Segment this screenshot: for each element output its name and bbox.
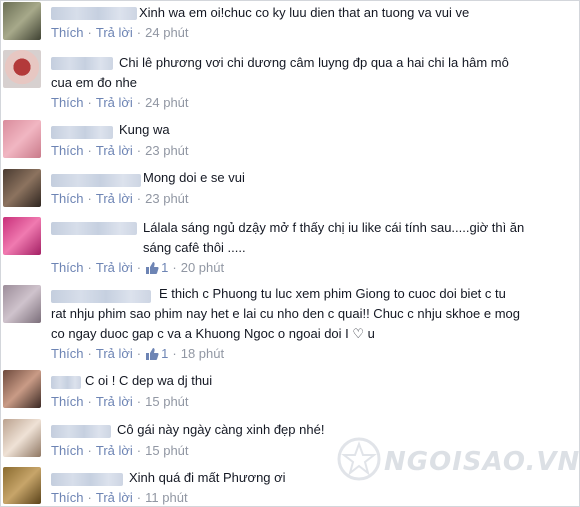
like-link[interactable]: Thích [51, 394, 84, 409]
comment-time[interactable]: 20 phút [181, 260, 224, 275]
like-link[interactable]: Thích [51, 191, 84, 206]
commenter-name-blurred[interactable] [51, 290, 151, 303]
like-link[interactable]: Thích [51, 443, 84, 458]
comment-text-continued: co ngay duoc gap c va a Khuong Ngoc o ng… [51, 326, 375, 341]
comment-text: Cô gái này ngày càng xinh đẹp nhé! [117, 422, 325, 437]
commenter-name-blurred[interactable] [51, 222, 137, 235]
like-count: 1 [161, 346, 169, 361]
comment-text-continued: sáng cafê thôi ..... [143, 240, 246, 255]
thumbs-up-icon [145, 261, 159, 280]
comment-text: Xinh wa em oi!chuc co ky luu dien that a… [139, 5, 470, 20]
comment-actions: Thích · Trả lời · 15 phút [51, 394, 189, 409]
like-link[interactable]: Thích [51, 95, 84, 110]
reply-link[interactable]: Trả lời [96, 346, 133, 361]
avatar[interactable] [3, 419, 41, 457]
comment-actions: Thích · Trả lời · 23 phút [51, 143, 189, 158]
like-link[interactable]: Thích [51, 25, 84, 40]
avatar[interactable] [3, 169, 41, 207]
like-link[interactable]: Thích [51, 346, 84, 361]
comment-text: Lálala sáng ngủ dzậy mở f thấy chị iu li… [143, 220, 525, 235]
comment-actions: Thích · Trả lời · 23 phút [51, 191, 189, 206]
watermark: NGOISAO.VN [336, 436, 579, 484]
comment-time[interactable]: 23 phút [145, 143, 188, 158]
avatar[interactable] [3, 467, 41, 504]
comment-actions: Thích · Trả lời · 1 · 18 phút [51, 345, 224, 363]
commenter-name-blurred[interactable] [51, 425, 111, 438]
reply-link[interactable]: Trả lời [96, 191, 133, 206]
like-link[interactable]: Thích [51, 260, 84, 275]
comment-time[interactable]: 24 phút [145, 95, 188, 110]
avatar[interactable] [3, 2, 41, 40]
like-link[interactable]: Thích [51, 143, 84, 158]
reply-link[interactable]: Trả lời [96, 490, 133, 505]
comment-actions: Thích · Trả lời · 15 phút [51, 443, 189, 458]
watermark-text: NGOISAO.VN [384, 447, 580, 477]
reply-link[interactable]: Trả lời [96, 260, 133, 275]
comment-text-continued: rat nhju phim sao phim nay het e lai cu … [51, 306, 521, 321]
like-count-badge[interactable]: 1 [145, 260, 168, 275]
comment-actions: Thích · Trả lời · 24 phút [51, 25, 189, 40]
reply-link[interactable]: Trả lời [96, 25, 133, 40]
avatar[interactable] [3, 370, 41, 408]
avatar[interactable] [3, 120, 41, 158]
comment-time[interactable]: 15 phút [145, 443, 188, 458]
comment-time[interactable]: 15 phút [145, 394, 188, 409]
comment-text: Kung wa [119, 122, 170, 137]
thumbs-up-icon [145, 347, 159, 366]
avatar[interactable] [3, 50, 41, 88]
reply-link[interactable]: Trả lời [96, 443, 133, 458]
comment-time[interactable]: 24 phút [145, 25, 188, 40]
commenter-name-blurred[interactable] [51, 174, 141, 187]
comment-actions: Thích · Trả lời · 24 phút [51, 95, 189, 110]
comment-actions: Thích · Trả lời · 1 · 20 phút [51, 259, 224, 277]
reply-link[interactable]: Trả lời [96, 95, 133, 110]
comment-text: Mong doi e se vui [143, 170, 245, 185]
commenter-name-blurred[interactable] [51, 57, 113, 70]
comment-actions: Thích · Trả lời · 11 phút [51, 490, 188, 505]
comment-text: Chi lê phương vơi chi dương câm luyng đp… [119, 55, 509, 70]
avatar[interactable] [3, 217, 41, 255]
commenter-name-blurred[interactable] [51, 376, 81, 389]
comment-text: E thich c Phuong tu luc xem phim Giong t… [159, 286, 506, 301]
reply-link[interactable]: Trả lời [96, 143, 133, 158]
commenter-name-blurred[interactable] [51, 473, 123, 486]
commenter-name-blurred[interactable] [51, 7, 137, 20]
comment-time[interactable]: 18 phút [181, 346, 224, 361]
comment-text: C oi ! C dep wa dj thui [85, 373, 213, 388]
comment-time[interactable]: 11 phút [145, 490, 187, 505]
comment-text: Xinh quá đi mất Phương ơi [129, 470, 286, 485]
watermark-logo-icon [337, 437, 381, 481]
like-link[interactable]: Thích [51, 490, 84, 505]
like-count-badge[interactable]: 1 [145, 346, 168, 361]
avatar[interactable] [3, 285, 41, 323]
comment-text-continued: cua em đo nhe [51, 75, 138, 90]
commenter-name-blurred[interactable] [51, 126, 113, 139]
comment-time[interactable]: 23 phút [145, 191, 188, 206]
like-count: 1 [161, 260, 169, 275]
reply-link[interactable]: Trả lời [96, 394, 133, 409]
